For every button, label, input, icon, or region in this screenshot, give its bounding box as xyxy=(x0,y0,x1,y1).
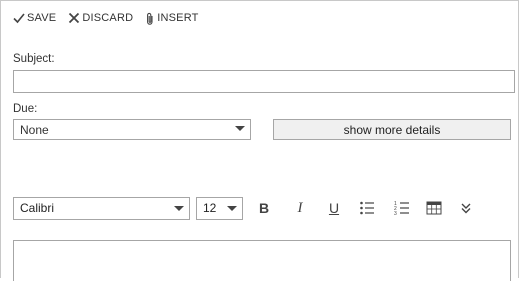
paperclip-icon xyxy=(147,12,153,25)
due-select[interactable]: None xyxy=(13,119,251,140)
numbering-icon: 1 2 3 xyxy=(394,201,409,216)
save-button[interactable]: SAVE xyxy=(13,12,56,24)
font-size-value: 12 xyxy=(203,201,217,215)
underline-button[interactable]: U xyxy=(325,199,343,217)
italic-icon: I xyxy=(297,199,303,216)
more-formatting-button[interactable] xyxy=(457,199,475,217)
chevron-down-icon xyxy=(174,206,184,211)
due-label: Due: xyxy=(13,103,38,115)
command-bar: SAVE DISCARD INSERT xyxy=(13,10,211,26)
x-icon xyxy=(69,12,80,24)
svg-text:3: 3 xyxy=(394,211,397,216)
chevron-down-icon xyxy=(235,126,245,131)
discard-label: DISCARD xyxy=(82,12,134,24)
insert-table-button[interactable] xyxy=(425,199,443,217)
font-family-value: Calibri xyxy=(20,201,55,215)
task-form: SAVE DISCARD INSERT Subject: Due: None s… xyxy=(0,0,519,281)
insert-button[interactable]: INSERT xyxy=(145,12,198,25)
underline-icon: U xyxy=(328,200,340,216)
subject-label: Subject: xyxy=(13,53,55,65)
bullets-icon xyxy=(360,201,374,215)
discard-button[interactable]: DISCARD xyxy=(68,12,133,24)
table-icon xyxy=(426,201,442,215)
save-label: SAVE xyxy=(27,12,57,24)
check-icon xyxy=(13,13,25,24)
insert-label: INSERT xyxy=(157,12,199,24)
show-more-details-button[interactable]: show more details xyxy=(273,119,511,140)
expand-more-icon xyxy=(461,203,471,214)
numbering-button[interactable]: 1 2 3 xyxy=(393,199,411,217)
font-family-select[interactable]: Calibri xyxy=(13,197,190,220)
due-value: None xyxy=(20,122,49,137)
font-size-select[interactable]: 12 xyxy=(196,197,243,220)
chevron-down-icon xyxy=(227,206,237,211)
subject-input[interactable] xyxy=(13,70,515,93)
bold-button[interactable]: B xyxy=(255,199,273,217)
italic-button[interactable]: I xyxy=(291,199,309,217)
bullets-button[interactable] xyxy=(358,199,376,217)
body-editor[interactable] xyxy=(13,240,511,281)
bold-icon: B xyxy=(258,200,270,216)
